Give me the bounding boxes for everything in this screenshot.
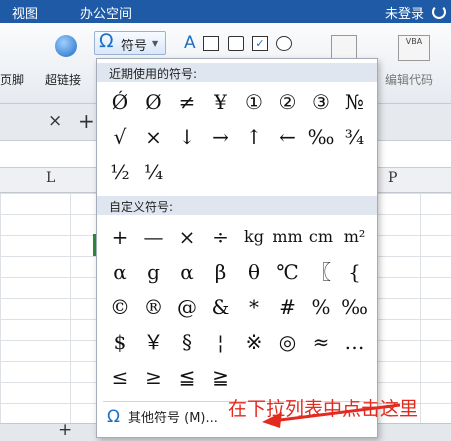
annotation-text: 在下拉列表中点击这里 [228,398,419,420]
annotation-arrow [262,403,401,428]
